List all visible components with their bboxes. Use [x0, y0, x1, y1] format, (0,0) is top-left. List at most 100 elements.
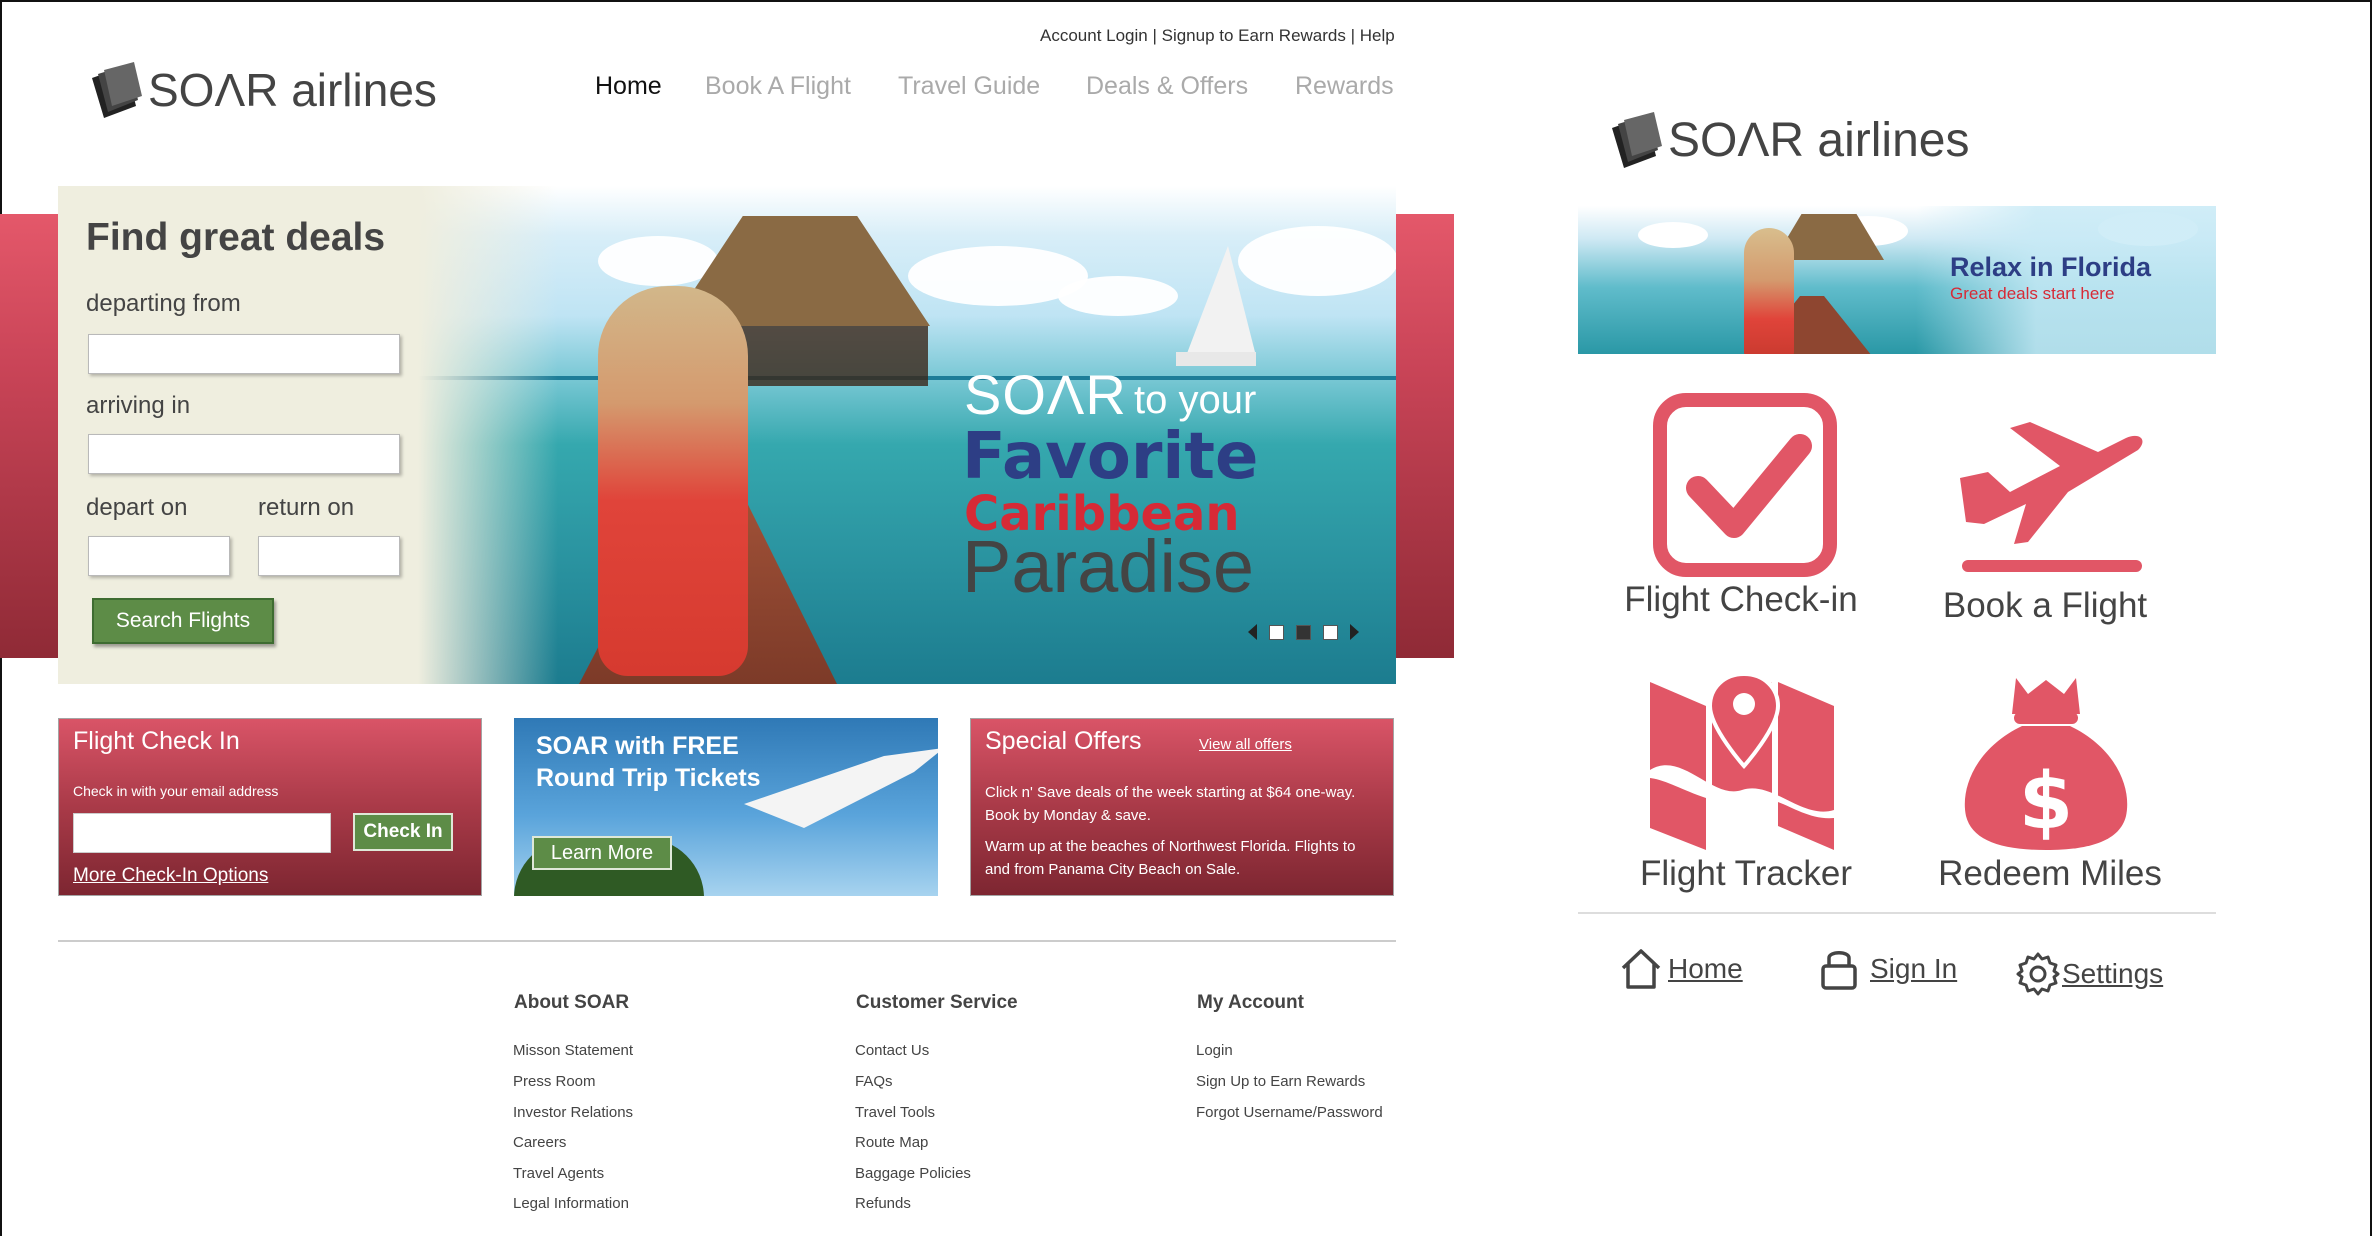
depart-date-input[interactable]	[88, 536, 230, 576]
stacked-wings-logo-icon	[1612, 112, 1662, 168]
footer-link[interactable]: Investor Relations	[513, 1104, 633, 1121]
nav-label: Home	[1668, 953, 1743, 984]
footer-link[interactable]: Baggage Policies	[855, 1165, 971, 1182]
carousel-prev-icon[interactable]	[1248, 624, 1257, 640]
offers-card-title: Special Offers	[985, 727, 1142, 755]
footer-heading-my-account: My Account	[1197, 992, 1304, 1013]
footer-link[interactable]: Sign Up to Earn Rewards	[1196, 1073, 1365, 1090]
nav-home[interactable]: Home	[595, 72, 662, 101]
mobile-nav-home[interactable]: Home	[1618, 946, 1743, 992]
hero-banner: Find great deals departing from arriving…	[58, 186, 1396, 684]
nav-travel-guide[interactable]: Travel Guide	[898, 72, 1040, 101]
stacked-wings-logo-icon	[92, 62, 142, 118]
logo-wordmark: SOΛR airlines	[148, 64, 437, 116]
lock-icon	[1821, 951, 1857, 990]
banner-subtitle: Great deals start here	[1950, 284, 2115, 303]
cloud	[1638, 222, 1708, 248]
account-links[interactable]: Account Login | Signup to Earn Rewards |…	[1040, 26, 1395, 46]
footer-link[interactable]: FAQs	[855, 1073, 893, 1090]
promo-title: SOAR with FREE Round Trip Tickets	[536, 730, 761, 794]
check-in-button[interactable]: Check In	[353, 813, 453, 851]
tile-book-a-flight[interactable]: Book a Flight	[1910, 390, 2180, 630]
nav-deals-offers[interactable]: Deals & Offers	[1086, 72, 1248, 101]
free-tickets-promo-card[interactable]: SOAR with FREE Round Trip Tickets Learn …	[514, 718, 938, 896]
gear-icon	[2016, 952, 2060, 996]
footer-link[interactable]: Travel Agents	[513, 1165, 604, 1182]
search-flights-button[interactable]: Search Flights	[92, 598, 274, 644]
money-bag-icon: $	[1964, 678, 2128, 850]
footer-link[interactable]: Legal Information	[513, 1195, 629, 1212]
view-all-offers-link[interactable]: View all offers	[1199, 736, 1292, 753]
checkin-email-input[interactable]	[73, 813, 331, 853]
footer-link[interactable]: Misson Statement	[513, 1042, 633, 1059]
mobile-florida-banner[interactable]: Relax in Florida Great deals start here	[1578, 206, 2216, 354]
footer-link[interactable]: Careers	[513, 1134, 566, 1151]
carousel-dot[interactable]	[1269, 624, 1284, 640]
return-date-input[interactable]	[258, 536, 400, 576]
cloud	[1058, 276, 1178, 316]
tile-flight-checkin[interactable]: Flight Check-in	[1606, 390, 1876, 630]
map-pin-icon	[1650, 670, 1834, 850]
checkin-card-subtitle: Check in with your email address	[73, 783, 279, 799]
mobile-nav-sign-in[interactable]: Sign In	[1818, 946, 1957, 992]
footer-heading-customer-service: Customer Service	[856, 992, 1018, 1013]
promo-title-line2: Round Trip Tickets	[536, 764, 761, 792]
depart-label: depart on	[86, 494, 188, 521]
banner-title: Relax in Florida	[1950, 252, 2152, 282]
arriving-input[interactable]	[88, 434, 400, 474]
departing-label: departing from	[86, 290, 241, 317]
footer-heading-about: About SOAR	[514, 992, 630, 1013]
hero-headline-to-your: to your	[1134, 378, 1257, 422]
nav-label: Sign In	[1870, 953, 1958, 984]
flight-checkin-card: Flight Check In Check in with your email…	[58, 718, 482, 896]
footer-link[interactable]: Travel Tools	[855, 1104, 935, 1121]
footer-link[interactable]: Login	[1196, 1042, 1233, 1059]
hero-headline-favorite: Favorite	[962, 420, 1259, 494]
tile-label: Flight Check-in	[1624, 580, 1858, 619]
departing-input[interactable]	[88, 334, 400, 374]
footer-divider	[58, 940, 1396, 942]
tile-redeem-miles[interactable]: $ Redeem Miles	[1910, 664, 2190, 904]
airplane-takeoff-icon	[1960, 422, 2143, 572]
footer-link[interactable]: Route Map	[855, 1134, 928, 1151]
offer-text-1: Click n' Save deals of the week starting…	[985, 784, 1356, 824]
hero-headline-paradise: Paradise	[962, 525, 1255, 608]
tile-label: Flight Tracker	[1640, 854, 1852, 893]
desktop-logo[interactable]: SOΛR airlines	[88, 62, 437, 118]
hero-headline-soar: SOΛR	[964, 363, 1127, 426]
mobile-nav-settings[interactable]: Settings	[2014, 950, 2163, 998]
airplane-image	[744, 748, 938, 828]
cloud	[1238, 226, 1396, 296]
woman-in-sarong	[1744, 228, 1794, 354]
carousel-next-icon[interactable]	[1350, 624, 1359, 640]
checkbox-check-icon	[1653, 393, 1837, 577]
tile-label: Redeem Miles	[1938, 854, 2162, 893]
special-offers-card: Special Offers View all offers Click n' …	[970, 718, 1394, 896]
nav-book-a-flight[interactable]: Book A Flight	[705, 72, 851, 101]
dollar-sign-glyph: $	[2019, 757, 2073, 847]
mobile-logo[interactable]: SOΛR airlines	[1608, 110, 1969, 170]
footer-link[interactable]: Press Room	[513, 1073, 596, 1090]
cloud	[598, 236, 718, 286]
carousel-dot-active[interactable]	[1296, 624, 1311, 640]
return-label: return on	[258, 494, 355, 521]
home-icon	[1621, 949, 1661, 989]
tile-label: Book a Flight	[1942, 586, 2148, 625]
more-checkin-options-link[interactable]: More Check-In Options	[73, 865, 268, 887]
offer-text-2: Warm up at the beaches of Northwest Flor…	[985, 838, 1356, 878]
sailboat-hull	[1176, 352, 1256, 366]
search-title: Find great deals	[86, 216, 386, 259]
footer-link[interactable]: Forgot Username/Password	[1196, 1104, 1383, 1121]
tile-flight-tracker[interactable]: Flight Tracker	[1606, 664, 1886, 904]
footer-link[interactable]: Refunds	[855, 1195, 911, 1212]
footer-link[interactable]: Contact Us	[855, 1042, 929, 1059]
arriving-label: arriving in	[86, 392, 191, 419]
nav-label: Settings	[2062, 958, 2164, 989]
learn-more-button[interactable]: Learn More	[532, 836, 672, 870]
hut-deck	[718, 326, 928, 386]
checkin-card-title: Flight Check In	[73, 727, 240, 755]
carousel-dot[interactable]	[1323, 624, 1338, 640]
woman-in-sarong	[598, 286, 748, 676]
nav-rewards[interactable]: Rewards	[1295, 72, 1394, 101]
logo-wordmark: SOΛR airlines	[1668, 113, 1970, 167]
